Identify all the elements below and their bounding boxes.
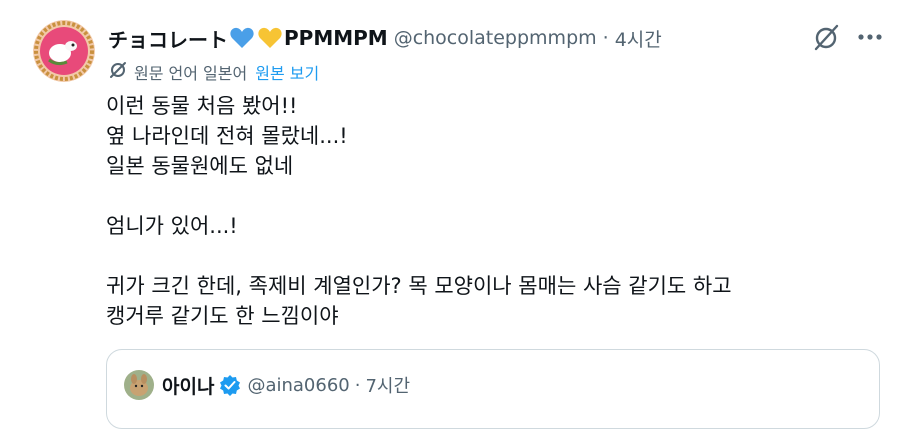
- grok-icon[interactable]: [810, 20, 844, 54]
- avatar[interactable]: [33, 20, 95, 82]
- tweet-line: 옆 나라인데 전혀 몰랐네...!: [106, 124, 348, 148]
- tweet-line: 귀가 크긴 한데, 족제비 계열인가? 목 모양이나 몸매는 사슴 같기도 하고: [106, 274, 732, 298]
- tweet-header: チョコレート PPMMPM @chocolateppmmpm · 4시간: [108, 22, 662, 54]
- more-icon[interactable]: [852, 22, 888, 52]
- quoted-post-time[interactable]: 7시간: [365, 372, 410, 398]
- tweet-text: 이런 동물 처음 봤어!! 옆 나라인데 전혀 몰랐네...! 일본 동물원에도…: [106, 91, 886, 331]
- blue-heart-icon: [229, 26, 255, 50]
- author-handle[interactable]: @chocolateppmmpm: [394, 27, 597, 49]
- quoted-tweet-card[interactable]: 아이나 @aina0660 · 7시간: [106, 349, 880, 429]
- quoted-display-name[interactable]: 아이나: [162, 372, 214, 399]
- separator-dot: ·: [602, 27, 609, 49]
- show-original-link[interactable]: 원본 보기: [255, 60, 319, 84]
- post-time[interactable]: 4시간: [615, 25, 662, 52]
- verified-badge-icon: [219, 374, 241, 396]
- author-display-name-suffix[interactable]: PPMMPM: [284, 26, 388, 50]
- quoted-avatar[interactable]: [124, 370, 154, 400]
- yellow-heart-icon: [257, 26, 283, 50]
- translate-icon: [108, 60, 128, 84]
- tweet-line: 캥거루 같기도 한 느낌이야: [106, 304, 339, 328]
- translation-notice: 원문 언어 일본어 원본 보기: [108, 59, 319, 85]
- quoted-tweet-header: 아이나 @aina0660 · 7시간: [124, 370, 410, 400]
- tweet-line: 일본 동물원에도 없네: [106, 154, 294, 178]
- tweet-line: 엄니가 있어...!: [106, 214, 238, 238]
- separator-dot: ·: [354, 374, 361, 396]
- author-display-name[interactable]: チョコレート: [108, 24, 228, 53]
- tweet-line: 이런 동물 처음 봤어!!: [106, 94, 298, 118]
- quoted-handle[interactable]: @aina0660: [247, 375, 349, 396]
- translation-note: 원문 언어 일본어: [134, 64, 248, 83]
